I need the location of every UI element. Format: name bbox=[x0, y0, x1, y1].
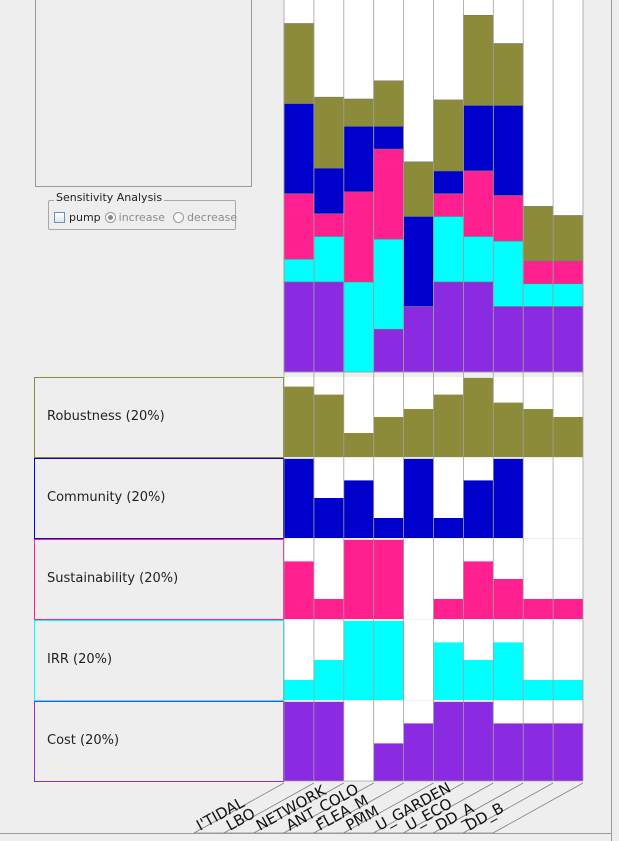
stack-segment-cost bbox=[403, 306, 434, 373]
stack-segment-irr bbox=[463, 236, 494, 283]
stack-segment-community bbox=[313, 167, 345, 214]
stack-segment-community bbox=[283, 103, 315, 194]
row-bar-robustness bbox=[373, 417, 404, 457]
row-bar-robustness bbox=[343, 433, 374, 457]
row-bar-community bbox=[463, 480, 494, 538]
row-bar-sustainability bbox=[433, 599, 464, 619]
row-bar-irr bbox=[433, 642, 464, 700]
row-bar-cost bbox=[433, 701, 464, 781]
decision-chart: I'TIDALLBONETWORKANT_COLOFLEA_MPMMU_GARD… bbox=[193, 0, 584, 835]
stack-segment-community bbox=[343, 126, 374, 193]
stack-segment-cost bbox=[433, 281, 464, 373]
row-bar-cost bbox=[523, 723, 554, 781]
row-bar-community bbox=[284, 458, 314, 538]
stack-segment-sustainability bbox=[463, 170, 494, 237]
stack-segment-community bbox=[492, 105, 524, 196]
row-bar-robustness bbox=[523, 409, 554, 457]
stack-segment-irr bbox=[552, 283, 584, 307]
row-bar-robustness bbox=[313, 394, 344, 457]
stack-segment-robustness bbox=[373, 80, 404, 127]
row-bar-irr bbox=[493, 642, 524, 700]
row-bar-irr bbox=[284, 680, 314, 700]
row-bar-cost bbox=[373, 743, 404, 781]
row-bar-irr bbox=[523, 680, 554, 700]
stack-segment-sustainability bbox=[343, 191, 374, 283]
row-bar-robustness bbox=[553, 417, 583, 457]
stack-segment-sustainability bbox=[433, 193, 464, 217]
stack-segment-robustness bbox=[492, 43, 524, 106]
row-bar-robustness bbox=[493, 402, 524, 457]
stack-segment-sustainability bbox=[283, 193, 315, 260]
row-bar-sustainability bbox=[373, 539, 404, 619]
row-bar-sustainability bbox=[343, 539, 374, 619]
row-bar-robustness bbox=[403, 409, 434, 457]
stack-segment-community bbox=[373, 126, 404, 150]
row-bar-community bbox=[403, 458, 434, 538]
stack-segment-cost bbox=[552, 306, 584, 373]
stack-segment-robustness bbox=[283, 23, 315, 104]
stack-segment-robustness bbox=[313, 96, 345, 169]
row-bar-sustainability bbox=[313, 599, 344, 619]
row-bar-sustainability bbox=[493, 579, 524, 619]
window-edge-right bbox=[611, 0, 612, 841]
stack-segment-sustainability bbox=[522, 260, 554, 285]
stack-segment-cost bbox=[492, 306, 524, 373]
row-bar-community bbox=[433, 518, 464, 538]
row-bar-community bbox=[313, 498, 344, 538]
row-bar-sustainability bbox=[284, 561, 314, 619]
row-bar-robustness bbox=[463, 377, 494, 457]
stack-segment-cost bbox=[463, 281, 494, 373]
stack-segment-robustness bbox=[552, 215, 584, 262]
stack-segment-sustainability bbox=[552, 260, 584, 285]
row-bar-irr bbox=[463, 660, 494, 700]
stack-segment-cost bbox=[373, 328, 404, 373]
stack-segment-irr bbox=[373, 238, 404, 330]
stack-segment-sustainability bbox=[492, 195, 524, 242]
row-bar-cost bbox=[463, 701, 494, 781]
label-divider bbox=[492, 782, 584, 834]
row-bar-sustainability bbox=[463, 561, 494, 619]
row-bar-cost bbox=[553, 723, 583, 781]
row-bar-cost bbox=[284, 701, 314, 781]
stack-segment-irr bbox=[283, 258, 315, 283]
stack-segment-community bbox=[433, 170, 464, 194]
stack-segment-robustness bbox=[522, 206, 554, 262]
stack-segment-irr bbox=[433, 216, 464, 283]
row-bar-irr bbox=[343, 620, 374, 700]
stack-segment-irr bbox=[492, 240, 524, 307]
stack-segment-sustainability bbox=[373, 148, 404, 240]
stack-segment-robustness bbox=[463, 14, 494, 106]
row-bar-irr bbox=[553, 680, 583, 700]
row-bar-cost bbox=[313, 701, 344, 781]
row-bar-community bbox=[343, 480, 374, 538]
stack-segment-irr bbox=[522, 283, 554, 307]
row-bar-cost bbox=[403, 723, 434, 781]
row-bar-sustainability bbox=[553, 599, 583, 619]
row-bar-irr bbox=[373, 620, 404, 700]
stack-segment-robustness bbox=[343, 98, 374, 127]
stack-segment-community bbox=[403, 216, 434, 307]
row-bar-robustness bbox=[284, 386, 314, 457]
stack-segment-sustainability bbox=[313, 213, 345, 237]
row-bar-robustness bbox=[433, 394, 464, 457]
row-bar-community bbox=[493, 458, 524, 538]
row-bar-community bbox=[373, 518, 404, 538]
stack-segment-irr bbox=[343, 281, 374, 373]
stack-segment-community bbox=[463, 105, 494, 172]
stack-segment-cost bbox=[283, 281, 315, 373]
stack-segment-cost bbox=[313, 281, 345, 373]
stack-segment-irr bbox=[313, 236, 345, 283]
stack-segment-cost bbox=[522, 306, 554, 373]
row-bar-sustainability bbox=[523, 599, 554, 619]
row-bar-cost bbox=[493, 723, 524, 781]
stack-segment-robustness bbox=[403, 161, 434, 217]
stack-segment-robustness bbox=[433, 99, 464, 172]
row-bar-irr bbox=[313, 660, 344, 700]
window-edge-bottom bbox=[0, 833, 612, 834]
